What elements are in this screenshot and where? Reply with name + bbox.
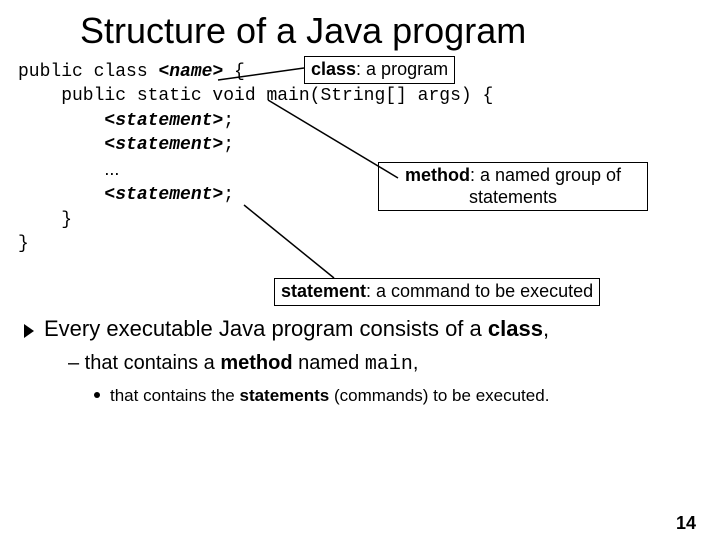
placeholder-statement: <statement> [104, 111, 223, 131]
bullet-level-2: – that contains a method named main, [68, 352, 700, 376]
code-line-7: } [18, 208, 720, 232]
ellipsis: ... [104, 159, 119, 179]
code-line-4: <statement>; [18, 133, 720, 157]
b2-part-c: named [293, 352, 365, 374]
brace-open-1: { [223, 62, 245, 82]
placeholder-name: <name> [158, 62, 223, 82]
callout-class: class: a program [304, 56, 455, 84]
callout-statement-rest: : a command to be executed [366, 281, 593, 301]
b2-part-e: , [413, 352, 419, 374]
semi: ; [223, 135, 234, 155]
b2-part-b: method [220, 352, 292, 374]
bullet-level-3: that contains the statements (commands) … [94, 386, 700, 406]
code-block: public class <name> { public static void… [18, 60, 720, 256]
placeholder-statement: <statement> [104, 135, 223, 155]
placeholder-statement: <statement> [104, 185, 223, 205]
bullet-dot-icon [94, 392, 100, 398]
b2-part-a: – that contains a [68, 352, 220, 374]
bullet-list: Every executable Java program consists o… [24, 316, 700, 406]
callout-class-bold: class [311, 59, 356, 79]
callout-statement: statement: a command to be executed [274, 278, 600, 306]
callout-method-bold: method [405, 165, 470, 185]
b3-part-b: statements [239, 386, 329, 405]
page-number: 14 [676, 513, 696, 534]
callout-class-rest: : a program [356, 59, 448, 79]
callout-statement-bold: statement [281, 281, 366, 301]
b1-part-a: Every executable Java program consists o… [44, 316, 488, 341]
bullet-1-text: Every executable Java program consists o… [44, 316, 549, 342]
code-line-8: } [18, 232, 720, 256]
code-line-3: <statement>; [18, 109, 720, 133]
bullet-level-1: Every executable Java program consists o… [24, 316, 700, 342]
b3-part-a: that contains the [110, 386, 239, 405]
page-title: Structure of a Java program [80, 10, 720, 52]
callout-method-rest: : a named group of statements [469, 165, 621, 207]
b3-part-c: (commands) to be executed. [329, 386, 549, 405]
semi: ; [223, 185, 234, 205]
b1-part-c: , [543, 316, 549, 341]
b1-part-b: class [488, 316, 543, 341]
code-line-2: public static void main(String[] args) { [18, 84, 720, 108]
bullet-arrow-icon [24, 324, 34, 338]
semi: ; [223, 111, 234, 131]
kw-public-class: public class [18, 62, 158, 82]
callout-method: method: a named group of statements [378, 162, 648, 211]
b2-part-d: main [365, 353, 413, 376]
